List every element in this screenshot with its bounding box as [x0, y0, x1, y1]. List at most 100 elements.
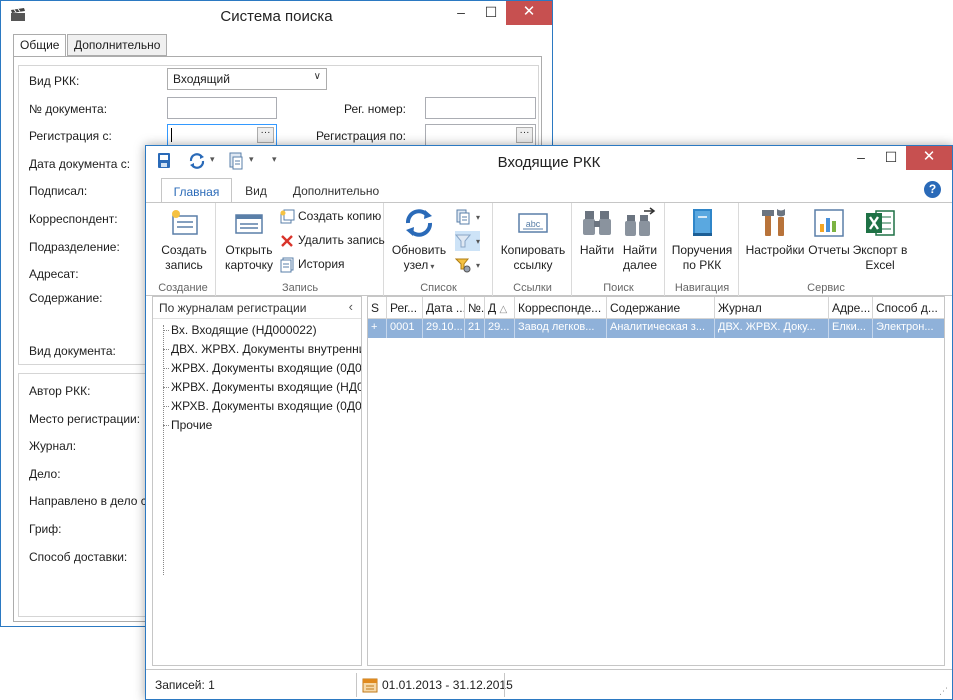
- column-header[interactable]: №...: [465, 297, 485, 319]
- tree-item[interactable]: ЖРВХ. Документы входящие (0Д00: [161, 359, 361, 378]
- close-button[interactable]: ✕: [906, 146, 952, 170]
- reg-from-picker-button[interactable]: ···: [257, 127, 274, 143]
- copy-link-icon: abc: [518, 213, 548, 233]
- grid-header: S Рег... Дата ... №... Д △ Корреспонде..…: [368, 297, 944, 319]
- help-icon[interactable]: ?: [924, 181, 941, 198]
- delete-record-label: Удалить запись: [298, 233, 385, 247]
- find-button[interactable]: Найти: [577, 207, 617, 258]
- collapse-pane-icon[interactable]: ‹: [349, 299, 353, 314]
- minimize-button[interactable]: –: [446, 1, 476, 25]
- list-settings-dropdown[interactable]: ▾: [476, 213, 480, 222]
- reg-number-input[interactable]: [425, 97, 536, 119]
- grif-label: Гриф:: [29, 522, 62, 536]
- history-label: История: [298, 257, 345, 271]
- create-copy-label: Создать копию: [298, 209, 382, 223]
- minimize-button[interactable]: –: [846, 146, 876, 170]
- maximize-button[interactable]: ☐: [876, 146, 906, 170]
- history-button[interactable]: История: [279, 255, 345, 275]
- tree-item[interactable]: ЖРХВ. Документы входящие (0Д00: [161, 397, 361, 416]
- chevron-down-icon: ∨: [313, 71, 321, 82]
- column-header[interactable]: Адре...: [829, 297, 873, 319]
- group-create: Создать запись Создание: [151, 203, 216, 296]
- list-settings-button[interactable]: ▾: [455, 207, 480, 227]
- export-excel-label: Экспорт в Excel: [852, 243, 908, 272]
- table-cell: +: [368, 319, 387, 338]
- case-label: Дело:: [29, 467, 61, 481]
- incoming-rkk-window: ▾ ▾ ▾ Входящие РКК – ☐ ✕ Главная Вид Доп…: [145, 145, 953, 700]
- copy-link-button[interactable]: abc Копировать ссылку: [498, 207, 568, 273]
- doc-number-input[interactable]: [167, 97, 277, 119]
- filter-settings-button[interactable]: ▾: [455, 255, 480, 275]
- table-cell: 29.10...: [423, 319, 465, 338]
- tree-item[interactable]: ЖРВХ. Документы входящие (НД00: [161, 378, 361, 397]
- column-header[interactable]: Рег...: [387, 297, 423, 319]
- tab-additional[interactable]: Дополнительно: [67, 34, 168, 56]
- rkk-type-value: Входящий: [173, 72, 230, 86]
- filter-settings-dropdown[interactable]: ▾: [476, 261, 480, 270]
- column-header[interactable]: Журнал: [715, 297, 829, 319]
- filter-dropdown[interactable]: ▾: [476, 237, 480, 246]
- tree-item[interactable]: ДВХ. ЖРВХ. Документы внутренни: [161, 340, 361, 359]
- reg-to-label: Регистрация по:: [316, 129, 406, 143]
- doc-number-label: № документа:: [29, 102, 108, 116]
- close-button[interactable]: ✕: [506, 1, 552, 25]
- create-copy-button[interactable]: Создать копию: [279, 207, 381, 227]
- column-header[interactable]: S: [368, 297, 387, 319]
- tab-general[interactable]: Общие: [13, 34, 67, 57]
- find-label: Найти: [579, 243, 615, 257]
- create-record-button[interactable]: Создать запись: [155, 207, 213, 273]
- resize-grip-icon[interactable]: ⋰: [939, 686, 948, 697]
- rkk-type-select[interactable]: Входящий ∨: [167, 68, 327, 90]
- group-links-label: Ссылки: [513, 282, 552, 294]
- export-excel-button[interactable]: Экспорт в Excel: [852, 207, 908, 273]
- tree-header: По журналам регистрации ‹: [153, 297, 361, 319]
- doc-date-from-label: Дата документа с:: [29, 157, 131, 171]
- tab-home[interactable]: Главная: [161, 178, 232, 203]
- binoculars-icon: [583, 211, 611, 235]
- group-record: Открыть карточку Создать копию Удалить з…: [217, 203, 385, 296]
- filter-button[interactable]: ▾: [455, 231, 481, 251]
- maximize-button[interactable]: ☐: [476, 1, 506, 25]
- column-header[interactable]: Дата ...: [423, 297, 465, 319]
- column-header-label: Д: [488, 301, 497, 315]
- group-navigation: Поручения по РКК Навигация: [666, 203, 739, 296]
- column-header[interactable]: Корреспонде...: [515, 297, 607, 319]
- status-separator: [504, 673, 505, 697]
- date-period[interactable]: 01.01.2013 - 31.12.2015: [382, 670, 513, 700]
- settings-label: Настройки: [745, 243, 805, 257]
- open-card-button[interactable]: Открыть карточку: [221, 207, 277, 273]
- column-header[interactable]: Д △: [485, 297, 515, 319]
- sort-icon: △: [499, 304, 508, 315]
- tab-view[interactable]: Вид: [236, 178, 276, 203]
- calendar-icon[interactable]: [362, 677, 378, 693]
- delete-icon: [281, 234, 293, 247]
- rkk-tasks-button[interactable]: Поручения по РКК: [669, 207, 735, 273]
- column-header[interactable]: Способ д...: [873, 297, 944, 319]
- reports-label: Отчеты: [808, 243, 850, 257]
- group-create-label: Создание: [158, 282, 208, 294]
- card-icon: [235, 214, 263, 234]
- records-count: Записей: 1: [155, 678, 215, 692]
- tree-item[interactable]: Прочие: [161, 416, 361, 435]
- table-cell: Завод легков...: [515, 319, 607, 338]
- delete-record-button[interactable]: Удалить запись: [279, 231, 385, 251]
- reports-button[interactable]: Отчеты: [808, 207, 850, 258]
- correspondent-label: Корреспондент:: [29, 212, 118, 226]
- table-cell: ДВХ. ЖРВХ. Доку...: [715, 319, 829, 338]
- table-cell: Электрон...: [873, 319, 944, 338]
- reg-from-date-input[interactable]: ···: [167, 124, 277, 146]
- find-next-button[interactable]: Найти далее: [619, 207, 661, 273]
- reg-to-picker-button[interactable]: ···: [516, 127, 533, 143]
- table-row[interactable]: + 0001 29.10... 21 29... Завод легков...…: [368, 319, 944, 338]
- group-list-label: Список: [420, 282, 457, 294]
- table-cell: 29...: [485, 319, 515, 338]
- column-header[interactable]: Содержание: [607, 297, 715, 319]
- tree-item[interactable]: Вх. Входящие (НД000022): [161, 321, 361, 340]
- tab-additional[interactable]: Дополнительно: [286, 178, 386, 203]
- refresh-node-button[interactable]: Обновить узел ▾: [389, 207, 449, 274]
- ribbon: Создать запись Создание Открыть карточку…: [146, 202, 952, 296]
- settings-button[interactable]: Настройки: [744, 207, 806, 258]
- text-caret: [171, 128, 172, 142]
- refresh-node-dropdown[interactable]: ▾: [430, 262, 434, 271]
- reg-to-date-input[interactable]: ···: [425, 124, 536, 146]
